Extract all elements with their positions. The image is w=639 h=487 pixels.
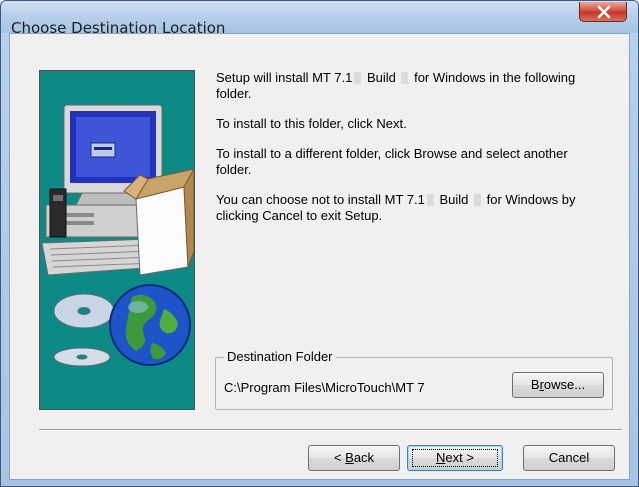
browse-label-b: owse... (543, 377, 586, 392)
install-location-paragraph: Setup will install MT 7.1 Build for Wind… (216, 70, 606, 102)
installer-window: Choose Destination Location Setup will i… (0, 0, 639, 487)
destination-folder-label: Destination Folder (224, 349, 336, 364)
instructions-text: Setup will install MT 7.1 Build for Wind… (216, 70, 606, 238)
back-button[interactable]: < Back (308, 445, 400, 471)
redacted-build (401, 72, 409, 84)
para4-text-a: You can choose not to install MT 7.1 (216, 192, 425, 207)
cancel-instruction-paragraph: You can choose not to install MT 7.1 Bui… (216, 192, 606, 224)
destination-folder-group: Destination Folder C:\Program Files\Micr… (215, 349, 613, 410)
button-separator (39, 429, 622, 431)
destination-path: C:\Program Files\MicroTouch\MT 7 (224, 380, 425, 395)
browse-instruction: To install to a different folder, click … (216, 146, 568, 177)
focus-rectangle (412, 449, 498, 467)
para4-text-b: Build (435, 192, 472, 207)
close-icon (597, 5, 611, 19)
next-button[interactable]: Next > (407, 445, 503, 471)
browse-button[interactable]: Browse... (512, 372, 604, 398)
browse-label-a: B (530, 377, 540, 392)
computer-globe-illustration (40, 71, 194, 409)
para1-text-b: Build (363, 70, 400, 85)
dialog-client-area: Setup will install MT 7.1 Build for Wind… (9, 33, 630, 480)
back-label-mnemonic: B (345, 450, 354, 465)
back-label-b: ack (353, 450, 375, 465)
cancel-button[interactable]: Cancel (523, 445, 615, 471)
back-label-a: < (333, 450, 346, 465)
next-instruction: To install to this folder, click Next. (216, 116, 407, 131)
setup-illustration (39, 70, 195, 410)
redacted-version (354, 72, 362, 84)
redacted-version (426, 194, 434, 206)
para1-text-a: Setup will install MT 7.1 (216, 70, 353, 85)
close-button[interactable] (579, 2, 627, 22)
redacted-build (474, 194, 481, 206)
title-bar[interactable]: Choose Destination Location (1, 1, 638, 37)
